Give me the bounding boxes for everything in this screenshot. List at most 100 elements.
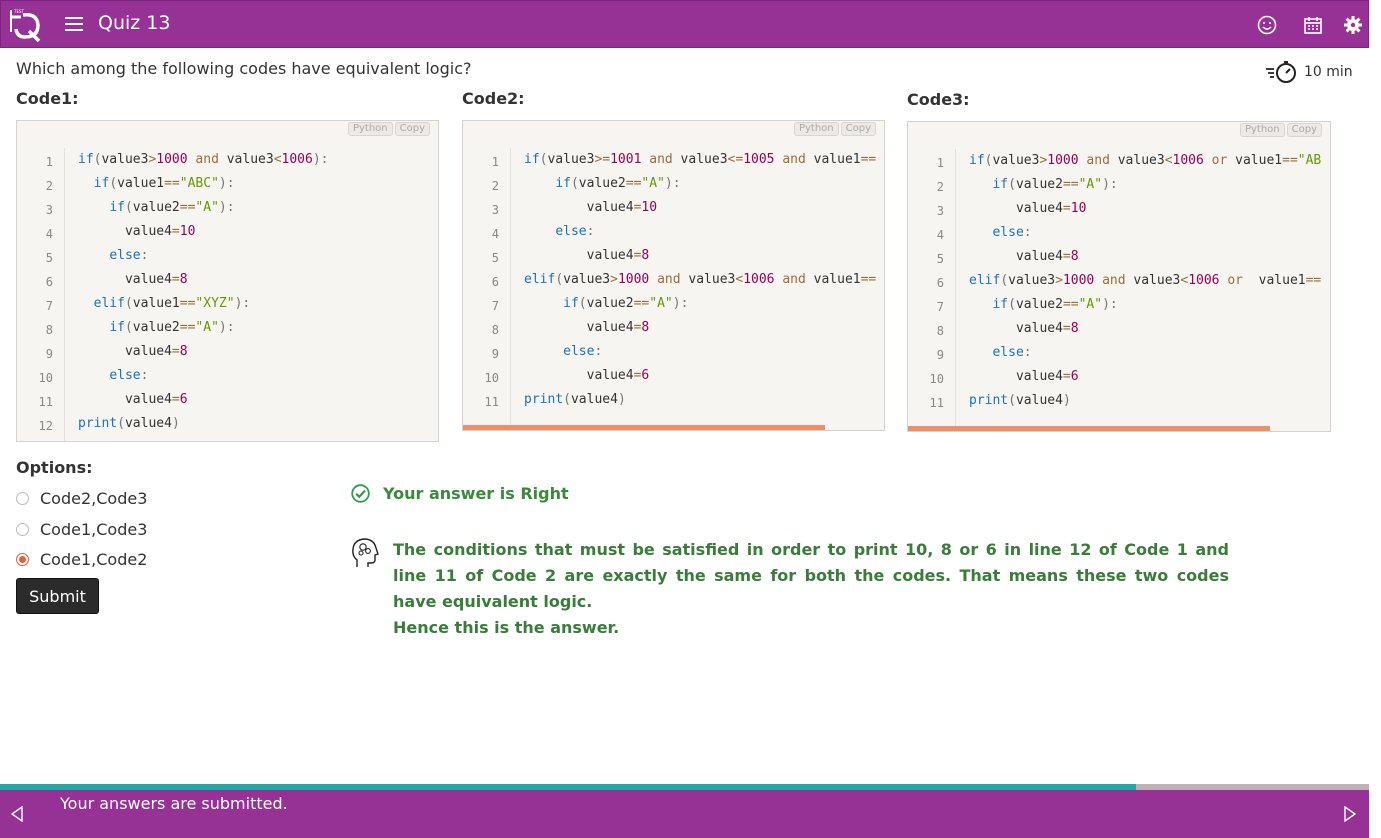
line-number: 3	[936, 204, 944, 218]
page-title: Quiz 13	[98, 12, 171, 34]
line-source: value4=8	[969, 321, 1079, 336]
option-code1-code2[interactable]: Code1,Code2	[16, 550, 147, 569]
logo-icon[interactable]: TEST	[7, 7, 43, 43]
line-source: else:	[109, 368, 149, 383]
brain-head-icon	[352, 538, 379, 567]
line-number: 4	[45, 227, 53, 241]
code-line: 6 elif(value3>1000 and value3<1006 or val…	[908, 271, 1330, 295]
code-line: 2 if(value1=="ABC"):	[17, 174, 438, 198]
code-line: 6 value4=8	[17, 270, 438, 294]
radio-button[interactable]	[16, 492, 29, 505]
line-number: 2	[936, 180, 944, 194]
timer-value: 10 min	[1304, 64, 1353, 80]
code-block-2[interactable]: Python Copy 1 if(value3>=1001 and value3<…	[462, 120, 885, 431]
language-tag: Python	[1239, 123, 1285, 137]
question-text: Which among the following codes have equ…	[16, 59, 472, 78]
line-number: 8	[491, 323, 499, 337]
line-source: if(value2=="A"):	[555, 176, 681, 191]
line-number: 5	[491, 251, 499, 265]
line-source: if(value2=="A"):	[992, 177, 1118, 192]
line-source: else:	[992, 345, 1032, 360]
line-source: value4=10	[78, 224, 196, 239]
language-tag: Python	[347, 122, 393, 136]
line-source: value4=6	[969, 369, 1079, 384]
footer-bar: Your answers are submitted.	[0, 790, 1369, 838]
line-source: elif(value3>1000 and value3<1006 or valu…	[969, 273, 1322, 288]
code3-title: Code3:	[907, 90, 970, 109]
line-number: 3	[45, 203, 53, 217]
line-number: 7	[45, 299, 53, 313]
line-number: 3	[491, 203, 499, 217]
line-number: 9	[936, 348, 944, 362]
check-circle-icon	[351, 484, 370, 503]
line-source: value4=8	[524, 320, 650, 335]
code-line: 7 elif(value1=="XYZ"):	[17, 294, 438, 318]
result-text: Your answer is Right	[383, 484, 569, 503]
code-lines: 1 if(value3>=1001 and value3<=1005 and va…	[463, 150, 884, 414]
submit-button[interactable]: Submit	[16, 578, 99, 614]
line-number: 4	[491, 227, 499, 241]
line-number: 4	[936, 228, 944, 242]
explanation-text: The conditions that must be satisfied in…	[393, 540, 1229, 611]
option-code2-code3[interactable]: Code2,Code3	[16, 489, 147, 508]
status-message: Your answers are submitted.	[60, 794, 288, 813]
line-source: print(value4)	[78, 416, 180, 431]
line-number: 11	[38, 395, 53, 409]
radio-button[interactable]	[16, 553, 29, 566]
gear-icon[interactable]	[1342, 14, 1364, 36]
option-code1-code3[interactable]: Code1,Code3	[16, 520, 147, 539]
code-line: 1 if(value3>1000 and value3<1006):	[17, 150, 438, 174]
line-number: 8	[936, 324, 944, 338]
code-line: 4 else:	[463, 222, 884, 246]
code-line: 1 if(value3>=1001 and value3<=1005 and va…	[463, 150, 884, 174]
line-number: 9	[491, 347, 499, 361]
horizontal-scrollbar[interactable]	[908, 426, 1270, 431]
option-label: Code2,Code3	[40, 489, 148, 508]
code-line: 9 value4=8	[17, 342, 438, 366]
horizontal-scrollbar[interactable]	[463, 425, 825, 430]
svg-text:TEST: TEST	[13, 9, 25, 14]
line-source: if(value2=="A"):	[109, 200, 235, 215]
code-lines: 1 if(value3>1000 and value3<1006 or value…	[908, 151, 1330, 415]
line-source: if(value3>1000 and value3<1006 or value1…	[969, 153, 1322, 168]
code-line: 5 value4=8	[908, 247, 1330, 271]
radio-button[interactable]	[16, 523, 29, 536]
line-number: 2	[45, 179, 53, 193]
line-source: if(value3>1000 and value3<1006):	[78, 152, 329, 167]
line-number: 10	[38, 371, 53, 385]
code-block-3[interactable]: Python Copy 1 if(value3>1000 and value3<1…	[907, 121, 1331, 432]
line-source: value4=10	[524, 200, 658, 215]
line-number: 7	[936, 300, 944, 314]
code-line: 4 else:	[908, 223, 1330, 247]
previous-arrow-icon[interactable]	[10, 806, 24, 822]
code-line: 3 if(value2=="A"):	[17, 198, 438, 222]
explanation-conclusion: Hence this is the answer.	[393, 618, 620, 637]
line-source: elif(value3>1000 and value3<1006 and val…	[524, 272, 877, 287]
code-line: 12 print(value4)	[17, 414, 438, 438]
code-line: 10 value4=6	[463, 366, 884, 390]
line-number: 1	[491, 155, 499, 169]
code-line: 9 else:	[908, 343, 1330, 367]
line-number: 5	[936, 252, 944, 266]
smiley-icon[interactable]	[1256, 14, 1278, 36]
code-lines: 1 if(value3>1000 and value3<1006): 2 if(va…	[17, 150, 438, 438]
options-title: Options:	[16, 458, 93, 477]
line-source: value4=8	[969, 249, 1079, 264]
line-number: 10	[484, 371, 499, 385]
code-block-1[interactable]: Python Copy 1 if(value3>1000 and value3<1…	[16, 120, 439, 442]
code-line: 3 value4=10	[463, 198, 884, 222]
result-message: Your answer is Right	[351, 484, 569, 503]
code2-title: Code2:	[462, 89, 525, 108]
copy-button[interactable]: Copy	[840, 122, 876, 136]
copy-button[interactable]: Copy	[1286, 123, 1322, 137]
line-source: else:	[555, 224, 595, 239]
code-line: 11 print(value4)	[463, 390, 884, 414]
calendar-icon[interactable]	[1302, 14, 1324, 36]
line-number: 1	[936, 156, 944, 170]
line-source: else:	[992, 225, 1032, 240]
line-number: 2	[491, 179, 499, 193]
next-arrow-icon[interactable]	[1343, 806, 1357, 822]
code-line: 3 value4=10	[908, 199, 1330, 223]
menu-icon[interactable]	[65, 17, 83, 33]
copy-button[interactable]: Copy	[394, 122, 430, 136]
